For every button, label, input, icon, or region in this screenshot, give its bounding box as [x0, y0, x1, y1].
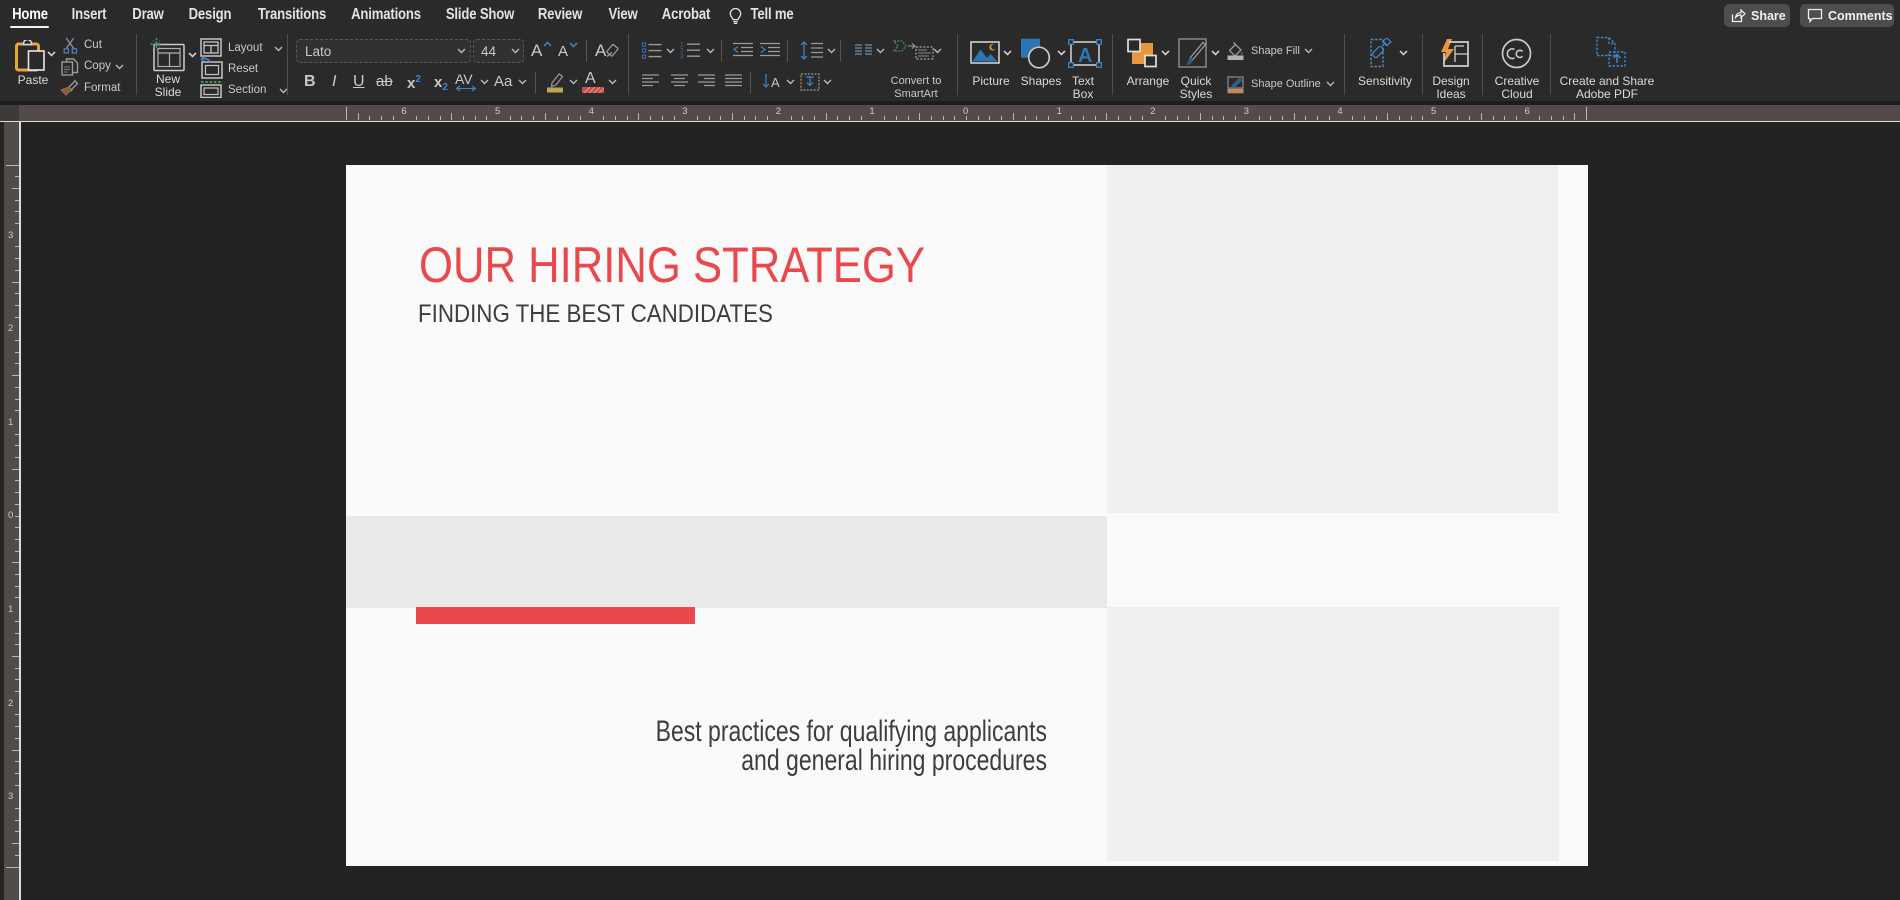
svg-text:A: A	[771, 75, 780, 90]
svg-text:A: A	[1078, 45, 1092, 67]
svg-text:3: 3	[680, 54, 684, 60]
